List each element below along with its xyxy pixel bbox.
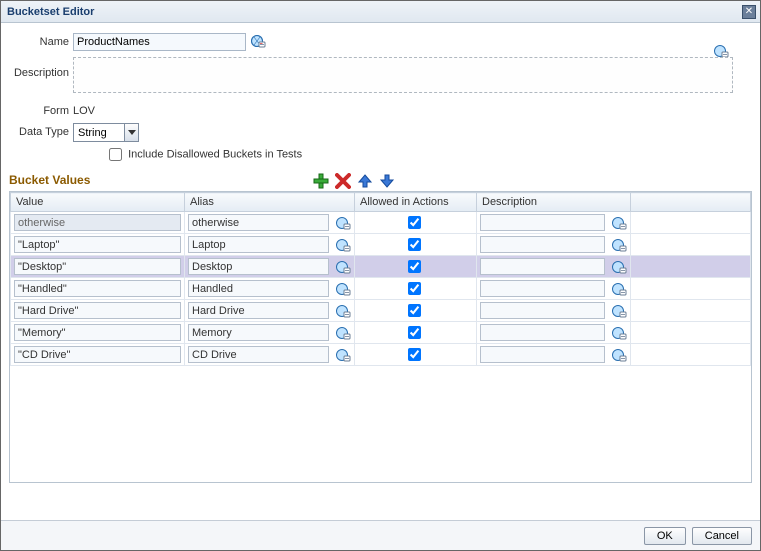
table-row[interactable] xyxy=(11,344,751,366)
row-description-input[interactable] xyxy=(480,258,605,275)
row-description-input[interactable] xyxy=(480,236,605,253)
allowed-checkbox[interactable] xyxy=(408,282,421,295)
value-input xyxy=(14,214,181,231)
row-description-input[interactable] xyxy=(480,346,605,363)
move-down-icon[interactable] xyxy=(379,173,395,189)
chevron-down-icon[interactable] xyxy=(124,124,138,141)
allowed-checkbox[interactable] xyxy=(408,238,421,251)
value-input[interactable] xyxy=(14,324,181,341)
name-label: Name xyxy=(1,33,73,48)
value-input[interactable] xyxy=(14,236,181,253)
allowed-checkbox[interactable] xyxy=(408,304,421,317)
include-disallowed-checkbox[interactable] xyxy=(109,148,122,161)
titlebar: Bucketset Editor ✕ xyxy=(1,1,760,23)
bucket-values-grid: Value Alias Allowed in Actions Descripti… xyxy=(9,191,752,483)
description-input[interactable] xyxy=(73,57,733,93)
globe-icon[interactable] xyxy=(335,281,351,297)
ok-button[interactable]: OK xyxy=(644,527,686,545)
row-description-input[interactable] xyxy=(480,214,605,231)
row-description-input[interactable] xyxy=(480,302,605,319)
value-input[interactable] xyxy=(14,280,181,297)
alias-input[interactable] xyxy=(188,236,329,253)
description-label: Description xyxy=(1,57,73,79)
globe-icon[interactable] xyxy=(611,259,627,275)
cancel-button[interactable]: Cancel xyxy=(692,527,752,545)
allowed-checkbox[interactable] xyxy=(408,326,421,339)
col-header-description[interactable]: Description xyxy=(477,193,631,212)
globe-icon[interactable] xyxy=(611,347,627,363)
table-header-row: Value Alias Allowed in Actions Descripti… xyxy=(11,193,751,212)
globe-icon[interactable] xyxy=(335,259,351,275)
globe-icon[interactable] xyxy=(611,237,627,253)
allowed-checkbox[interactable] xyxy=(408,348,421,361)
table-row[interactable] xyxy=(11,278,751,300)
bucket-values-heading: Bucket Values xyxy=(9,173,90,187)
alias-input[interactable] xyxy=(188,324,329,341)
col-header-allowed[interactable]: Allowed in Actions xyxy=(355,193,477,212)
form-panel: Name Description Form LOV Data Type Stri… xyxy=(1,23,760,161)
add-icon[interactable] xyxy=(313,173,329,189)
col-header-spacer xyxy=(631,193,751,212)
alias-input[interactable] xyxy=(188,302,329,319)
table-row[interactable] xyxy=(11,322,751,344)
footer: OK Cancel xyxy=(1,520,760,550)
close-icon[interactable]: ✕ xyxy=(742,5,756,19)
globe-icon[interactable] xyxy=(335,325,351,341)
globe-icon[interactable] xyxy=(611,215,627,231)
table-row[interactable] xyxy=(11,234,751,256)
value-input[interactable] xyxy=(14,258,181,275)
globe-icon[interactable] xyxy=(335,237,351,253)
row-description-input[interactable] xyxy=(480,324,605,341)
table-row[interactable] xyxy=(11,212,751,234)
globe-icon[interactable] xyxy=(335,215,351,231)
globe-icon[interactable] xyxy=(611,325,627,341)
table-row[interactable] xyxy=(11,256,751,278)
alias-input[interactable] xyxy=(188,346,329,363)
alias-input[interactable] xyxy=(188,280,329,297)
delete-icon[interactable] xyxy=(335,173,351,189)
datatype-label: Data Type xyxy=(1,123,73,138)
alias-input[interactable] xyxy=(188,214,329,231)
globe-icon[interactable] xyxy=(611,303,627,319)
allowed-checkbox[interactable] xyxy=(408,260,421,273)
globe-icon[interactable] xyxy=(335,303,351,319)
move-up-icon[interactable] xyxy=(357,173,373,189)
name-input[interactable] xyxy=(73,33,246,51)
globe-icon[interactable] xyxy=(335,347,351,363)
alias-input[interactable] xyxy=(188,258,329,275)
allowed-checkbox[interactable] xyxy=(408,216,421,229)
table-row[interactable] xyxy=(11,300,751,322)
datatype-select[interactable]: String xyxy=(73,123,139,142)
row-description-input[interactable] xyxy=(480,280,605,297)
value-input[interactable] xyxy=(14,346,181,363)
include-disallowed-label: Include Disallowed Buckets in Tests xyxy=(128,148,302,160)
window-title: Bucketset Editor xyxy=(7,6,94,18)
col-header-alias[interactable]: Alias xyxy=(185,193,355,212)
form-type-label: Form xyxy=(1,102,73,117)
globe-icon[interactable] xyxy=(611,281,627,297)
col-header-value[interactable]: Value xyxy=(11,193,185,212)
globe-icon[interactable] xyxy=(250,33,266,49)
toolbar xyxy=(313,173,395,189)
form-type-value: LOV xyxy=(73,102,95,117)
value-input[interactable] xyxy=(14,302,181,319)
